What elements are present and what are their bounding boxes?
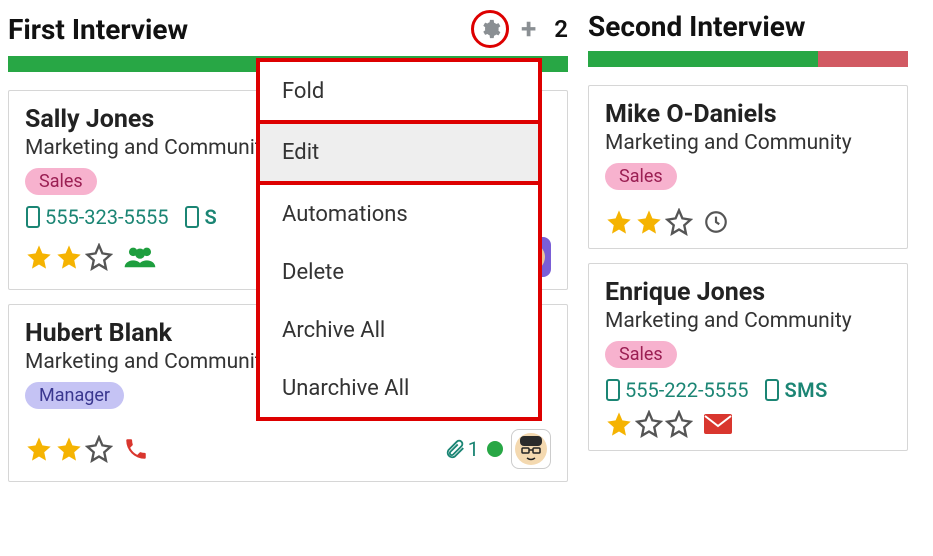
candidate-tag: Sales — [605, 163, 677, 190]
mobile-icon — [605, 379, 621, 401]
mobile-icon — [25, 206, 41, 228]
star-icon — [665, 410, 693, 438]
rating-stars[interactable] — [25, 243, 113, 271]
candidate-card[interactable]: Enrique Jones Marketing and Community Sa… — [588, 263, 908, 451]
star-icon — [55, 243, 83, 271]
add-card-button[interactable]: + — [521, 15, 536, 43]
menu-item-delete[interactable]: Delete — [260, 243, 538, 301]
column-settings-button[interactable] — [471, 10, 509, 48]
column-count: 2 — [554, 15, 568, 43]
clock-icon — [703, 209, 729, 235]
column-title: First Interview — [8, 13, 188, 46]
candidate-tag: Manager — [25, 382, 124, 409]
star-icon — [605, 410, 633, 438]
mail-icon[interactable] — [703, 412, 733, 436]
candidate-subtitle: Marketing and Community — [605, 309, 891, 333]
menu-item-automations[interactable]: Automations — [260, 185, 538, 243]
mobile-icon — [764, 379, 780, 401]
star-icon — [55, 435, 83, 463]
rating-stars[interactable] — [605, 208, 693, 236]
gear-icon — [479, 18, 501, 40]
rating-stars[interactable] — [605, 410, 693, 438]
candidate-sms[interactable]: S — [184, 205, 217, 229]
candidate-name: Enrique Jones — [605, 278, 891, 307]
kanban-column-first-interview: First Interview + 2 Sally Jones Marketin… — [8, 8, 568, 496]
status-dot — [487, 441, 503, 457]
candidate-phone[interactable]: 555-323-5555 — [25, 205, 168, 229]
candidate-sms[interactable]: SMS — [764, 378, 827, 402]
candidate-tag: Sales — [25, 168, 97, 195]
star-icon — [665, 208, 693, 236]
paperclip-icon — [444, 438, 466, 460]
menu-item-archive-all[interactable]: Archive All — [260, 301, 538, 359]
column-progress-bar — [588, 51, 908, 67]
star-icon — [85, 243, 113, 271]
rating-stars[interactable] — [25, 435, 113, 463]
star-icon — [85, 435, 113, 463]
column-title: Second Interview — [588, 10, 805, 43]
star-icon — [635, 208, 663, 236]
attachment-indicator[interactable]: 1 — [444, 437, 479, 461]
candidate-phone[interactable]: 555-222-5555 — [605, 378, 748, 402]
candidate-name: Mike O-Daniels — [605, 100, 891, 129]
menu-item-unarchive-all[interactable]: Unarchive All — [260, 359, 538, 417]
candidate-subtitle: Marketing and Community — [605, 131, 891, 155]
star-icon — [25, 243, 53, 271]
avatar-face-icon — [514, 432, 548, 466]
column-context-menu: Fold Edit Automations Delete Archive All… — [256, 58, 542, 421]
candidate-card[interactable]: Mike O-Daniels Marketing and Community S… — [588, 85, 908, 249]
phone-icon[interactable] — [123, 436, 149, 462]
star-icon — [605, 208, 633, 236]
star-icon — [635, 410, 663, 438]
menu-item-edit[interactable]: Edit — [260, 120, 538, 185]
candidate-tag: Sales — [605, 341, 677, 368]
assignee-avatar[interactable] — [511, 429, 551, 469]
star-icon — [25, 435, 53, 463]
kanban-column-second-interview: Second Interview Mike O-Daniels Marketin… — [588, 8, 908, 496]
mobile-icon — [184, 206, 200, 228]
group-icon — [123, 243, 157, 271]
menu-item-fold[interactable]: Fold — [260, 62, 538, 120]
